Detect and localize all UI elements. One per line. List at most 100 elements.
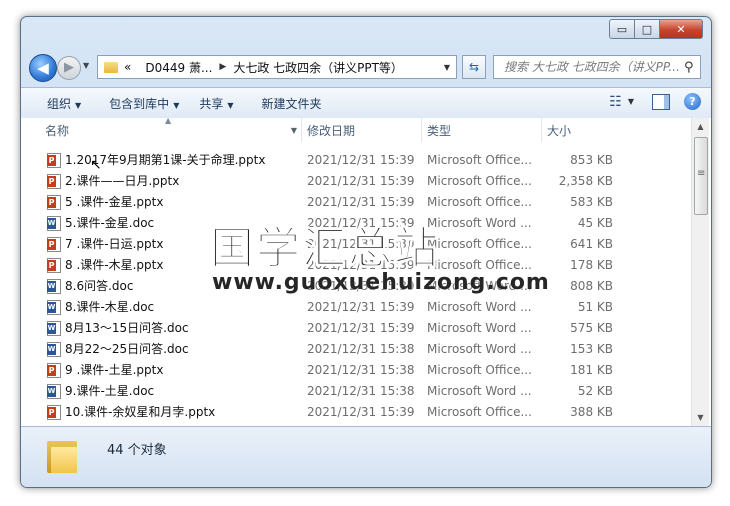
powerpoint-file-icon xyxy=(47,363,61,378)
file-row[interactable]: 5 .课件-金星.pptx 2021/12/31 15:39 Microsoft O… xyxy=(21,192,689,213)
breadcrumb-item-current[interactable]: 大七政 七政四余（讲义PPT等） xyxy=(233,59,403,76)
column-header-date[interactable]: 修改日期 xyxy=(301,118,422,142)
chevron-down-icon: ▼ xyxy=(75,100,82,110)
file-name: 5.课件-金星.doc xyxy=(65,216,155,230)
file-date: 2021/12/31 15:39 xyxy=(307,195,415,209)
file-size: 575 KB xyxy=(570,321,613,335)
file-name: 2.课件——日月.pptx xyxy=(65,174,180,188)
file-row[interactable]: 2.课件——日月.pptx 2021/12/31 15:39 Microsoft O… xyxy=(21,171,689,192)
file-row[interactable]: 5.课件-金星.doc 2021/12/31 15:39 Microsoft Wor… xyxy=(21,213,689,234)
file-name-cell[interactable]: 5.课件-金星.doc xyxy=(47,213,154,234)
file-name-cell[interactable]: 7 .课件-日运.pptx xyxy=(47,234,163,255)
file-row[interactable]: 10.课件-余奴星和月孛.pptx 2021/12/31 15:39 Microso… xyxy=(21,402,689,423)
powerpoint-file-icon xyxy=(47,153,61,168)
folder-icon xyxy=(47,439,77,473)
recent-pages-dropdown[interactable]: ▼ xyxy=(83,61,89,70)
file-name-cell[interactable]: 9 .课件-土星.pptx xyxy=(47,360,163,381)
file-name: 9 .课件-土星.pptx xyxy=(65,363,164,377)
item-count: 44 个对象 xyxy=(107,443,167,458)
file-type: Microsoft Office... xyxy=(427,195,532,209)
file-name-cell[interactable]: 8.课件-木星.doc xyxy=(47,297,154,318)
close-button[interactable]: ✕ xyxy=(660,19,703,39)
organize-menu[interactable]: 组织 ▼ xyxy=(37,95,91,112)
file-size: 178 KB xyxy=(570,258,613,272)
preview-pane-icon[interactable] xyxy=(652,93,670,110)
column-header-name[interactable]: 名称 ▼ xyxy=(21,118,302,142)
scrollbar-thumb[interactable] xyxy=(694,137,708,215)
search-icon[interactable]: ⚲ xyxy=(684,60,694,75)
refresh-button[interactable]: ⇆ xyxy=(462,55,486,79)
column-headers: ▲ 名称 ▼ 修改日期 类型 大小 xyxy=(21,116,689,142)
file-name-cell[interactable]: 8 .课件-木星.pptx xyxy=(47,255,163,276)
file-size: 808 KB xyxy=(570,279,613,293)
file-row[interactable]: 9 .课件-土星.pptx 2021/12/31 15:38 Microsoft O… xyxy=(21,360,689,381)
minimize-button[interactable]: ▭ xyxy=(609,19,635,39)
search-input[interactable] xyxy=(502,59,682,75)
file-size: 181 KB xyxy=(570,363,613,377)
file-row[interactable]: 9.课件-土星.doc 2021/12/31 15:38 Microsoft Wor… xyxy=(21,381,689,402)
file-name-cell[interactable]: 9.课件-土星.doc xyxy=(47,381,154,402)
file-type: Microsoft Office... xyxy=(427,405,532,419)
window-controls: ▭ □ ✕ xyxy=(609,19,703,39)
scroll-down-icon[interactable]: ▼ xyxy=(692,409,709,426)
word-file-icon xyxy=(47,216,61,231)
file-name: 8.课件-木星.doc xyxy=(65,300,155,314)
folder-icon xyxy=(104,61,118,73)
file-row[interactable]: 8 .课件-木星.pptx 2021/12/31 15:39 Microsoft O… xyxy=(21,255,689,276)
file-name: 8 .课件-木星.pptx xyxy=(65,258,164,272)
powerpoint-file-icon xyxy=(47,195,61,210)
file-name: 8月22～25日问答.doc xyxy=(65,342,189,356)
column-filter-icon[interactable]: ▼ xyxy=(291,118,297,144)
include-library-menu[interactable]: 包含到库中 ▼ xyxy=(99,95,189,112)
column-header-type[interactable]: 类型 xyxy=(421,118,542,142)
file-date: 2021/12/31 15:38 xyxy=(307,342,415,356)
chevron-down-icon: ▼ xyxy=(227,100,234,110)
file-name-cell[interactable]: 8.6问答.doc xyxy=(47,276,133,297)
file-size: 45 KB xyxy=(577,216,613,230)
vertical-scrollbar[interactable]: ▲ ▼ xyxy=(691,118,709,426)
include-library-label: 包含到库中 xyxy=(109,96,170,111)
file-date: 2021/12/31 15:39 xyxy=(307,237,415,251)
column-header-size[interactable]: 大小 xyxy=(541,118,621,142)
address-bar[interactable]: « D0449 萧... ▶ 大七政 七政四余（讲义PPT等） ▼ xyxy=(97,55,457,79)
address-dropdown-icon[interactable]: ▼ xyxy=(444,63,450,72)
breadcrumb-item-parent[interactable]: D0449 萧... xyxy=(145,59,212,76)
column-header-size-label: 大小 xyxy=(547,124,572,138)
breadcrumb-overflow[interactable]: « xyxy=(124,60,131,74)
maximize-button[interactable]: □ xyxy=(635,19,660,39)
file-type: Microsoft Word ... xyxy=(427,279,532,293)
back-button[interactable]: ◀ xyxy=(29,54,57,82)
forward-button[interactable]: ▶ xyxy=(57,56,81,80)
share-label: 共享 xyxy=(199,96,224,111)
file-date: 2021/12/31 15:39 xyxy=(307,258,415,272)
file-date: 2021/12/31 15:38 xyxy=(307,363,415,377)
word-file-icon xyxy=(47,279,61,294)
share-menu[interactable]: 共享 ▼ xyxy=(189,95,243,112)
scroll-up-icon[interactable]: ▲ xyxy=(692,118,709,135)
file-row[interactable]: 8月22～25日问答.doc 2021/12/31 15:38 Microsoft … xyxy=(21,339,689,360)
file-name-cell[interactable]: 10.课件-余奴星和月孛.pptx xyxy=(47,402,215,423)
file-type: Microsoft Word ... xyxy=(427,384,532,398)
file-row[interactable]: 8月13～15日问答.doc 2021/12/31 15:39 Microsoft … xyxy=(21,318,689,339)
view-options-icon[interactable]: ☷ xyxy=(609,94,622,110)
file-row[interactable]: 7 .课件-日运.pptx 2021/12/31 15:39 Microsoft O… xyxy=(21,234,689,255)
file-name-cell[interactable]: 1.2017年9月期第1课-关于命理.pptx xyxy=(47,150,265,171)
chevron-down-icon: ▼ xyxy=(173,100,180,110)
file-name-cell[interactable]: 5 .课件-金星.pptx xyxy=(47,192,163,213)
file-name-cell[interactable]: 8月22～25日问答.doc xyxy=(47,339,189,360)
view-dropdown-icon[interactable]: ▼ xyxy=(628,97,634,106)
file-row[interactable]: 8.课件-木星.doc 2021/12/31 15:39 Microsoft Wor… xyxy=(21,297,689,318)
search-box[interactable]: ⚲ xyxy=(493,55,701,79)
breadcrumb-separator-icon[interactable]: ▶ xyxy=(219,62,226,72)
column-header-date-label: 修改日期 xyxy=(307,124,356,138)
new-folder-button[interactable]: 新建文件夹 xyxy=(252,95,332,112)
details-pane: 44 个对象 xyxy=(21,426,711,487)
help-icon[interactable]: ? xyxy=(684,93,701,110)
file-row[interactable]: 8.6问答.doc 2021/12/31 15:39 Microsoft Word … xyxy=(21,276,689,297)
file-row[interactable]: 1.2017年9月期第1课-关于命理.pptx 2021/12/31 15:39 M… xyxy=(21,150,689,171)
file-name-cell[interactable]: 8月13～15日问答.doc xyxy=(47,318,189,339)
organize-label: 组织 xyxy=(47,96,72,111)
file-size: 52 KB xyxy=(577,384,613,398)
file-size: 51 KB xyxy=(577,300,613,314)
file-name-cell[interactable]: 2.课件——日月.pptx xyxy=(47,171,179,192)
